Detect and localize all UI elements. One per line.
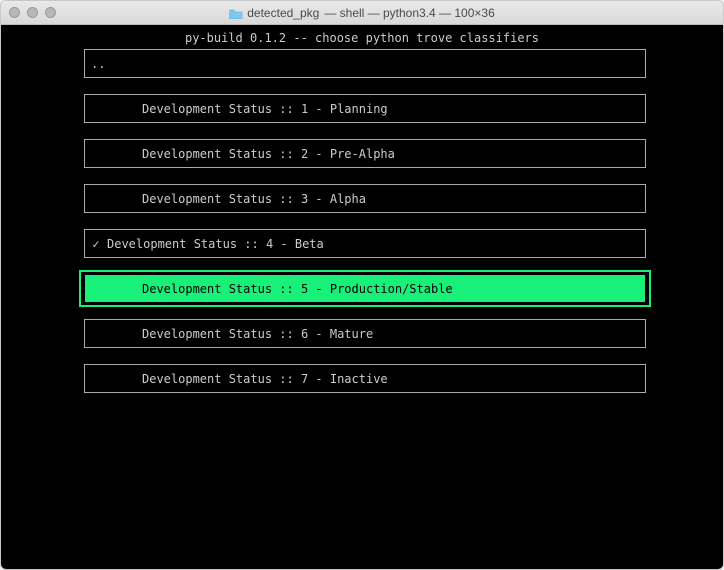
list-item-highlighted[interactable]: Development Status :: 5 - Production/Sta…: [84, 274, 646, 303]
close-icon[interactable]: [9, 7, 20, 18]
window-controls: [9, 7, 56, 18]
item-label: Development Status :: 2 - Pre-Alpha: [142, 147, 395, 161]
list-item[interactable]: Development Status :: 3 - Alpha: [84, 184, 646, 213]
title-folder: detected_pkg: [247, 6, 319, 20]
item-label: ..: [91, 57, 105, 71]
list-item-checked[interactable]: ✓ Development Status :: 4 - Beta: [84, 229, 646, 258]
titlebar[interactable]: detected_pkg — shell — python3.4 — 100×3…: [1, 1, 723, 25]
list-item-parent[interactable]: ..: [84, 49, 646, 78]
list-item[interactable]: Development Status :: 2 - Pre-Alpha: [84, 139, 646, 168]
zoom-icon[interactable]: [45, 7, 56, 18]
item-label: Development Status :: 3 - Alpha: [142, 192, 366, 206]
item-label: Development Status :: 6 - Mature: [142, 327, 373, 341]
app-header: py-build 0.1.2 -- choose python trove cl…: [6, 31, 718, 45]
classifier-list: .. Development Status :: 1 - Planning De…: [84, 49, 646, 393]
folder-icon: [229, 8, 242, 18]
item-label: Development Status :: 4 - Beta: [107, 237, 324, 251]
check-icon: ✓: [85, 237, 107, 251]
title-rest: — shell — python3.4 — 100×36: [324, 6, 494, 20]
item-label: Development Status :: 1 - Planning: [142, 102, 388, 116]
minimize-icon[interactable]: [27, 7, 38, 18]
list-item[interactable]: Development Status :: 7 - Inactive: [84, 364, 646, 393]
terminal-window: detected_pkg — shell — python3.4 — 100×3…: [0, 0, 724, 570]
window-title: detected_pkg — shell — python3.4 — 100×3…: [229, 6, 495, 20]
item-label: Development Status :: 7 - Inactive: [142, 372, 388, 386]
list-item[interactable]: Development Status :: 1 - Planning: [84, 94, 646, 123]
terminal-viewport[interactable]: py-build 0.1.2 -- choose python trove cl…: [1, 25, 723, 569]
list-item[interactable]: Development Status :: 6 - Mature: [84, 319, 646, 348]
item-label: Development Status :: 5 - Production/Sta…: [142, 282, 453, 296]
